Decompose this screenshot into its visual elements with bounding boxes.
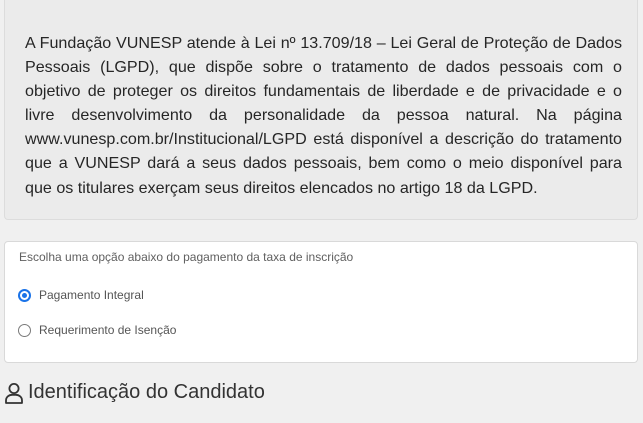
radio-requerimento-isencao[interactable] [18,323,31,337]
option-label: Requerimento de Isenção [39,323,177,337]
payment-options-panel: Escolha uma opção abaixo do pagamento da… [4,241,638,363]
user-icon [5,382,23,404]
option-label: Pagamento Integral [39,288,144,302]
option-requerimento-isencao[interactable]: Requerimento de Isenção [18,323,176,337]
payment-options-heading: Escolha uma opção abaixo do pagamento da… [19,250,354,264]
option-pagamento-integral[interactable]: Pagamento Integral [18,288,144,302]
lgpd-notice-text: A Fundação VUNESP atende à Lei nº 13.709… [25,34,622,197]
lgpd-notice-panel: A Fundação VUNESP atende à Lei nº 13.709… [4,0,638,220]
radio-pagamento-integral[interactable] [18,288,31,302]
candidate-identification-header: Identificação do Candidato [4,381,265,404]
section-title: Identificação do Candidato [28,381,265,403]
